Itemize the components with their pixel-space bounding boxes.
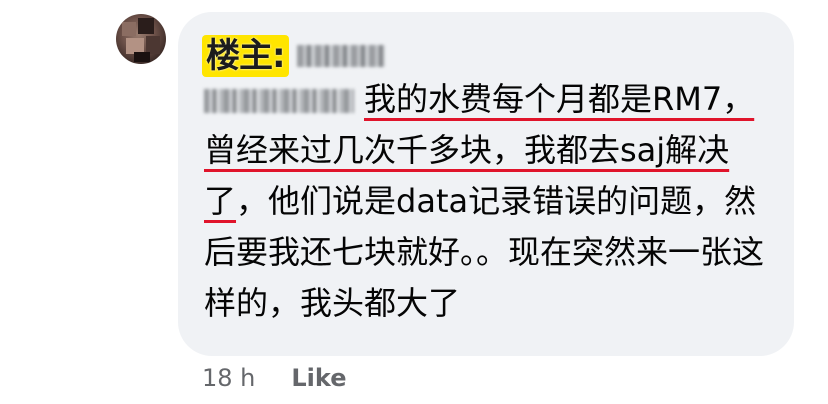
comment-text: 我的水费每个月都是RM7，曾经来过几次千多块，我都去saj解决了，他们说是dat… <box>204 74 774 329</box>
blurred-mention <box>204 89 354 113</box>
like-button[interactable]: Like <box>291 364 346 392</box>
avatar-pixel <box>122 22 136 36</box>
blurred-author-name[interactable] <box>296 45 385 67</box>
comment-timestamp[interactable]: 18 h <box>202 364 255 392</box>
avatar-pixel <box>134 52 150 62</box>
plain-segment: ，他们说是data记录错误的问题，然后要我还七块就好。。现在突然来一张这样的，我… <box>204 182 765 322</box>
owner-label: 楼主: <box>202 35 289 77</box>
comment-bubble: 楼主: 我的水费每个月都是RM7，曾经来过几次千多块，我都去saj解决了，他们说… <box>178 12 794 356</box>
avatar-pixel <box>138 18 154 34</box>
avatar[interactable] <box>116 14 166 64</box>
comment-author-row: 楼主: <box>202 32 385 80</box>
comment-actions: 18 h Like <box>202 364 347 392</box>
